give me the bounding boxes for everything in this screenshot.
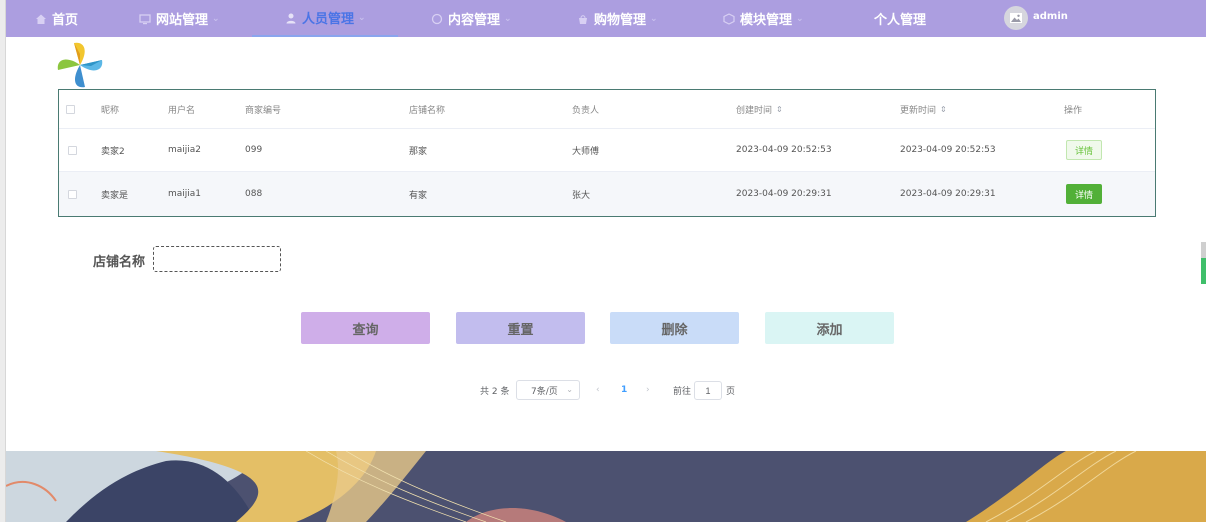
cell-created: 2023-04-09 20:29:31 [736, 189, 832, 199]
table-row: 卖家是 maijia1 088 有家 张大 2023-04-09 20:29:3… [59, 172, 1155, 216]
column-header: 昵称 [101, 105, 120, 116]
column-header: 商家编号 [245, 105, 282, 116]
delete-button[interactable]: 删除 [610, 312, 739, 344]
cell-updated: 2023-04-09 20:29:31 [900, 189, 996, 199]
chevron-down-icon: ⌄ [566, 385, 573, 394]
user-name[interactable]: admin [1033, 11, 1068, 22]
query-button[interactable]: 查询 [301, 312, 430, 344]
nav-item-label: 网站管理 [156, 13, 209, 28]
cell-manager: 大师傅 [572, 146, 600, 157]
merchant-table: 昵称 用户名 商家编号 店铺名称 负责人 创建时间 ⇕ 更新时间 ⇕ 操作 卖家2 … [58, 89, 1156, 217]
cell-manager: 张大 [572, 190, 591, 201]
prev-page-icon[interactable]: ‹ [596, 380, 600, 400]
chevron-down-icon: ⌄ [358, 12, 366, 23]
nav-item-label: 个人管理 [874, 13, 927, 28]
nav-item-label: 模块管理 [740, 13, 793, 28]
table-header-row: 昵称 用户名 商家编号 店铺名称 负责人 创建时间 ⇕ 更新时间 ⇕ 操作 [59, 90, 1155, 129]
side-scroll-indicator[interactable] [1201, 242, 1206, 284]
column-header-sortable[interactable]: 更新时间 ⇕ [900, 90, 947, 128]
select-all-checkbox[interactable] [66, 104, 75, 114]
cell-nickname: 卖家2 [101, 146, 125, 157]
cell-shop-name: 有家 [409, 190, 428, 201]
page: 首页 网站管理 ⌄ 人员管理 ⌄ 内容管理 ⌄ 购物管理 ⌄ 模块管理 ⌄ 个人… [0, 0, 1206, 522]
column-header: 用户名 [168, 105, 196, 116]
nav-item-shopping[interactable]: 购物管理 ⌄ [576, 0, 658, 37]
search-label: 店铺名称 [93, 255, 146, 270]
nav-item-modules[interactable]: 模块管理 ⌄ [722, 0, 804, 37]
nav-item-label: 内容管理 [448, 13, 501, 28]
nav-item-content[interactable]: 内容管理 ⌄ [430, 0, 512, 37]
page-size-select[interactable]: 7条/页 ⌄ [516, 380, 580, 400]
table-row: 卖家2 maijia2 099 那家 大师傅 2023-04-09 20:52:… [59, 129, 1155, 172]
detail-button[interactable]: 详情 [1066, 184, 1102, 204]
page-number-current[interactable]: 1 [621, 380, 627, 400]
pinwheel-logo [54, 40, 106, 90]
reset-button[interactable]: 重置 [456, 312, 585, 344]
column-header-label: 更新时间 [900, 105, 937, 116]
nav-item-home[interactable]: 首页 [34, 0, 78, 37]
add-button[interactable]: 添加 [765, 312, 894, 344]
column-header: 店铺名称 [409, 105, 446, 116]
chat-icon [430, 12, 444, 26]
row-checkbox[interactable] [68, 145, 77, 155]
image-icon [1010, 13, 1022, 23]
cell-username: maijia2 [168, 145, 202, 155]
monitor-icon [138, 12, 152, 26]
next-page-icon[interactable]: › [646, 380, 650, 400]
chevron-down-icon: ⌄ [212, 13, 220, 24]
user-icon [284, 11, 298, 25]
left-window-edge [0, 0, 6, 522]
sort-icon[interactable]: ⇕ [940, 105, 947, 114]
nav-item-personal[interactable]: 个人管理 [874, 0, 926, 37]
basket-icon [576, 12, 590, 26]
nav-item-personnel[interactable]: 人员管理 ⌄ [252, 0, 398, 37]
row-checkbox[interactable] [68, 189, 77, 199]
chevron-down-icon: ⌄ [504, 13, 512, 24]
cell-username: maijia1 [168, 189, 202, 199]
home-icon [34, 12, 48, 26]
column-header: 操作 [1064, 105, 1083, 116]
cell-merchant-no: 088 [245, 189, 263, 199]
goto-suffix: 页 [726, 386, 736, 397]
column-header-sortable[interactable]: 创建时间 ⇕ [736, 90, 783, 128]
shop-name-search-input[interactable] [153, 246, 281, 272]
cell-updated: 2023-04-09 20:52:53 [900, 145, 996, 155]
cell-shop-name: 那家 [409, 146, 428, 157]
pagination-total: 共 2 条 [480, 386, 510, 397]
scroll-thumb[interactable] [1201, 258, 1206, 284]
cell-created: 2023-04-09 20:52:53 [736, 145, 832, 155]
chevron-down-icon: ⌄ [650, 13, 658, 24]
goto-prefix: 前往 [673, 386, 692, 397]
column-header-label: 创建时间 [736, 105, 773, 116]
detail-button[interactable]: 详情 [1066, 140, 1102, 160]
chevron-down-icon: ⌄ [796, 13, 804, 24]
sort-icon[interactable]: ⇕ [776, 105, 783, 114]
avatar[interactable] [1004, 6, 1028, 30]
column-header: 负责人 [572, 105, 600, 116]
decorative-banner-image [6, 451, 1206, 522]
cell-merchant-no: 099 [245, 145, 263, 155]
nav-item-label: 购物管理 [594, 13, 647, 28]
nav-item-website[interactable]: 网站管理 ⌄ [138, 0, 220, 37]
cell-nickname: 卖家是 [101, 190, 129, 201]
cube-icon [722, 12, 736, 26]
goto-page-input[interactable] [694, 381, 722, 400]
nav-item-label: 首页 [52, 13, 79, 28]
top-navigation: 首页 网站管理 ⌄ 人员管理 ⌄ 内容管理 ⌄ 购物管理 ⌄ 模块管理 ⌄ 个人… [6, 0, 1206, 37]
page-size-value: 7条/页 [531, 386, 558, 397]
nav-item-label: 人员管理 [302, 12, 355, 27]
